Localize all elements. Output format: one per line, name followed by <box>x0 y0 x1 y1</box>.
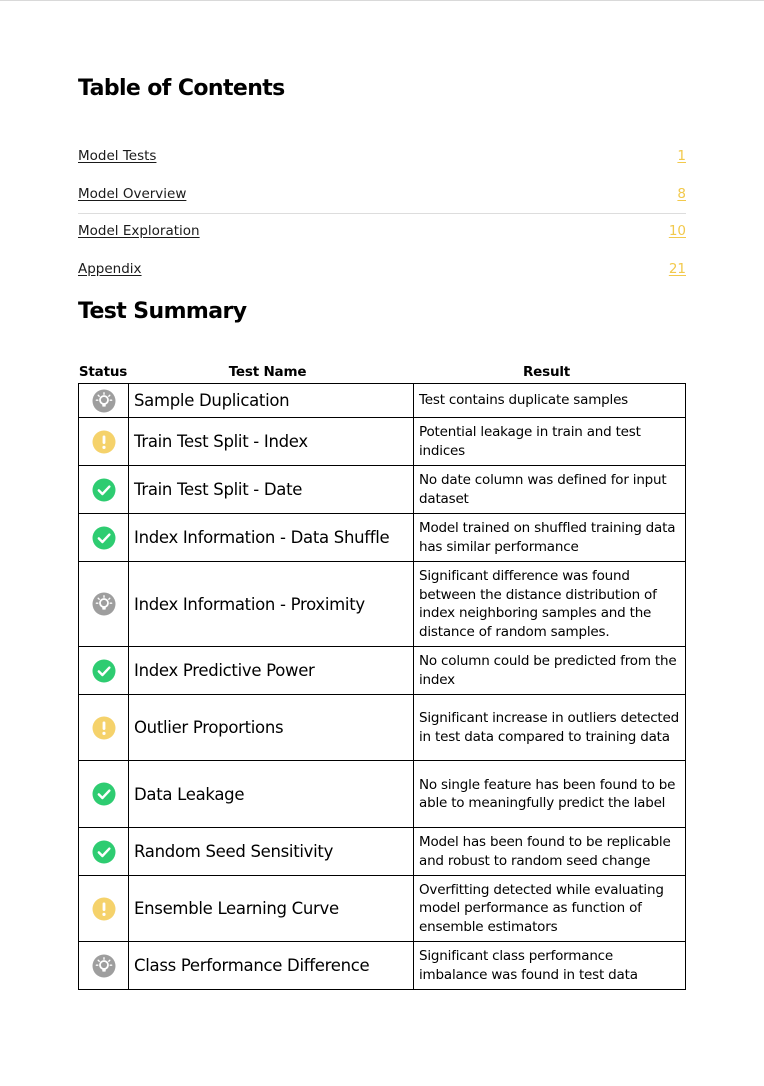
table-row: Sample Duplication Test contains duplicat… <box>78 383 686 418</box>
warning-circle-icon <box>92 716 116 740</box>
column-header-test-name: Test Name <box>228 364 307 380</box>
check-circle-icon <box>92 840 116 864</box>
toc-item-page[interactable]: 21 <box>669 261 686 277</box>
status-cell <box>78 417 129 466</box>
result-cell: Potential leakage in train and test indi… <box>413 417 686 466</box>
table-of-contents: Model Tests 1 Model Overview 8 Model Exp… <box>78 146 686 296</box>
status-cell <box>78 561 129 647</box>
toc-item-model-exploration[interactable]: Model Exploration 10 <box>78 221 686 259</box>
result-cell: Significant difference was found between… <box>413 561 686 647</box>
test-summary-table: Status Test Name Result Sample Duplicati… <box>78 364 686 990</box>
status-cell <box>78 694 129 761</box>
toc-item-label[interactable]: Model Tests <box>78 148 156 164</box>
test-name-cell: Data Leakage <box>128 760 414 828</box>
table-row: Data Leakage No single feature has been f… <box>78 760 686 828</box>
status-cell <box>78 941 129 990</box>
warning-circle-icon <box>92 430 116 454</box>
table-header: Status Test Name Result <box>78 364 686 383</box>
status-cell <box>78 383 129 418</box>
table-row: Index Predictive Power No column could be… <box>78 646 686 695</box>
status-cell <box>78 875 129 942</box>
result-cell: Test contains duplicate samples <box>413 383 686 418</box>
table-row: Ensemble Learning Curve Overfitting detec… <box>78 875 686 942</box>
toc-item-model-tests[interactable]: Model Tests 1 <box>78 146 686 184</box>
table-row: Class Performance Difference Significant … <box>78 941 686 990</box>
result-cell: Model has been found to be replicable an… <box>413 827 686 876</box>
result-cell: Significant increase in outliers detecte… <box>413 694 686 761</box>
status-cell <box>78 827 129 876</box>
status-cell <box>78 465 129 514</box>
column-header-result: Result <box>522 364 571 380</box>
status-cell <box>78 513 129 562</box>
lightbulb-icon <box>92 592 116 616</box>
test-name-cell: Ensemble Learning Curve <box>128 875 414 942</box>
warning-circle-icon <box>92 897 116 921</box>
test-summary-title: Test Summary <box>78 299 247 324</box>
toc-item-page[interactable]: 10 <box>669 223 686 239</box>
check-circle-icon <box>92 478 116 502</box>
toc-item-label[interactable]: Model Exploration <box>78 223 200 239</box>
result-cell: Overfitting detected while evaluating mo… <box>413 875 686 942</box>
lightbulb-icon <box>92 954 116 978</box>
result-cell: No single feature has been found to be a… <box>413 760 686 828</box>
check-circle-icon <box>92 526 116 550</box>
status-cell <box>78 646 129 695</box>
test-name-cell: Index Predictive Power <box>128 646 414 695</box>
table-row: Train Test Split - Date No date column wa… <box>78 465 686 514</box>
table-row: Train Test Split - Index Potential leakag… <box>78 417 686 466</box>
toc-divider <box>78 213 686 214</box>
toc-item-label[interactable]: Model Overview <box>78 186 186 202</box>
table-row: Index Information - Proximity Significant… <box>78 561 686 647</box>
column-header-status: Status <box>78 364 128 380</box>
results-table: Sample Duplication Test contains duplicat… <box>78 383 686 990</box>
toc-item-page[interactable]: 1 <box>677 148 686 164</box>
check-circle-icon <box>92 782 116 806</box>
table-row: Index Information - Data Shuffle Model tr… <box>78 513 686 562</box>
toc-title: Table of Contents <box>78 76 285 101</box>
test-name-cell: Class Performance Difference <box>128 941 414 990</box>
table-row: Outlier Proportions Significant increase … <box>78 694 686 761</box>
result-cell: Model trained on shuffled training data … <box>413 513 686 562</box>
lightbulb-icon <box>92 389 116 413</box>
result-cell: No column could be predicted from the in… <box>413 646 686 695</box>
test-name-cell: Random Seed Sensitivity <box>128 827 414 876</box>
test-name-cell: Train Test Split - Index <box>128 417 414 466</box>
test-name-cell: Outlier Proportions <box>128 694 414 761</box>
test-name-cell: Train Test Split - Date <box>128 465 414 514</box>
toc-item-appendix[interactable]: Appendix 21 <box>78 259 686 297</box>
toc-item-model-overview[interactable]: Model Overview 8 <box>78 184 686 222</box>
table-row: Random Seed Sensitivity Model has been fo… <box>78 827 686 876</box>
status-cell <box>78 760 129 828</box>
result-cell: No date column was defined for input dat… <box>413 465 686 514</box>
result-cell: Significant class performance imbalance … <box>413 941 686 990</box>
toc-item-page[interactable]: 8 <box>677 186 686 202</box>
test-name-cell: Sample Duplication <box>128 383 414 418</box>
page-top-rule <box>0 0 764 1</box>
check-circle-icon <box>92 659 116 683</box>
toc-item-label[interactable]: Appendix <box>78 261 142 277</box>
test-name-cell: Index Information - Proximity <box>128 561 414 647</box>
test-name-cell: Index Information - Data Shuffle <box>128 513 414 562</box>
